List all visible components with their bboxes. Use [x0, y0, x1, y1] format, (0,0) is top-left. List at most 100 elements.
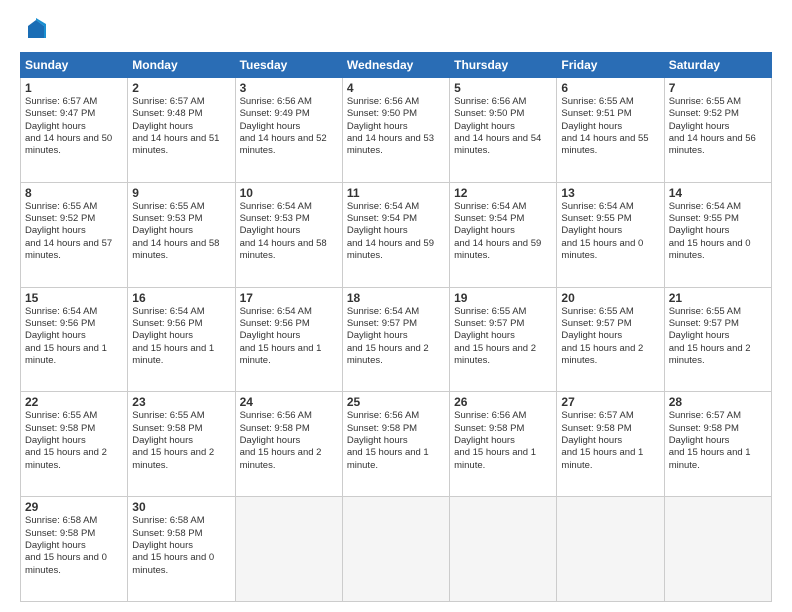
daylight-label: Daylight hours	[240, 225, 338, 237]
sunrise-text: Sunrise: 6:55 AM	[454, 306, 552, 318]
day-cell-12: 12Sunrise: 6:54 AMSunset: 9:54 PMDayligh…	[450, 182, 557, 287]
sunrise-text: Sunrise: 6:55 AM	[132, 410, 230, 422]
day-cell-22: 22Sunrise: 6:55 AMSunset: 9:58 PMDayligh…	[21, 392, 128, 497]
day-number: 13	[561, 186, 659, 200]
daylight-label: Daylight hours	[561, 121, 659, 133]
daylight-value: and 14 hours and 53 minutes.	[347, 133, 445, 158]
day-number: 25	[347, 395, 445, 409]
daylight-value: and 14 hours and 50 minutes.	[25, 133, 123, 158]
col-header-sunday: Sunday	[21, 53, 128, 78]
daylight-label: Daylight hours	[25, 225, 123, 237]
sunset-text: Sunset: 9:57 PM	[454, 318, 552, 330]
sunrise-text: Sunrise: 6:57 AM	[561, 410, 659, 422]
day-cell-21: 21Sunrise: 6:55 AMSunset: 9:57 PMDayligh…	[664, 287, 771, 392]
day-cell-29: 29Sunrise: 6:58 AMSunset: 9:58 PMDayligh…	[21, 497, 128, 602]
header	[20, 18, 772, 42]
week-row-2: 8Sunrise: 6:55 AMSunset: 9:52 PMDaylight…	[21, 182, 772, 287]
day-cell-16: 16Sunrise: 6:54 AMSunset: 9:56 PMDayligh…	[128, 287, 235, 392]
sunset-text: Sunset: 9:55 PM	[561, 213, 659, 225]
daylight-value: and 15 hours and 2 minutes.	[132, 447, 230, 472]
day-cell-8: 8Sunrise: 6:55 AMSunset: 9:52 PMDaylight…	[21, 182, 128, 287]
sunset-text: Sunset: 9:58 PM	[347, 423, 445, 435]
sunrise-text: Sunrise: 6:54 AM	[454, 201, 552, 213]
sunset-text: Sunset: 9:57 PM	[561, 318, 659, 330]
daylight-value: and 15 hours and 2 minutes.	[25, 447, 123, 472]
daylight-value: and 14 hours and 57 minutes.	[25, 238, 123, 263]
day-number: 9	[132, 186, 230, 200]
sunset-text: Sunset: 9:57 PM	[669, 318, 767, 330]
day-cell-11: 11Sunrise: 6:54 AMSunset: 9:54 PMDayligh…	[342, 182, 449, 287]
sunset-text: Sunset: 9:58 PM	[132, 528, 230, 540]
sunrise-text: Sunrise: 6:56 AM	[347, 96, 445, 108]
daylight-value: and 14 hours and 58 minutes.	[132, 238, 230, 263]
daylight-label: Daylight hours	[561, 435, 659, 447]
day-cell-6: 6Sunrise: 6:55 AMSunset: 9:51 PMDaylight…	[557, 78, 664, 183]
col-header-saturday: Saturday	[664, 53, 771, 78]
daylight-label: Daylight hours	[25, 540, 123, 552]
daylight-label: Daylight hours	[561, 330, 659, 342]
sunrise-text: Sunrise: 6:57 AM	[25, 96, 123, 108]
day-number: 5	[454, 81, 552, 95]
sunset-text: Sunset: 9:52 PM	[25, 213, 123, 225]
daylight-value: and 14 hours and 59 minutes.	[454, 238, 552, 263]
daylight-label: Daylight hours	[347, 225, 445, 237]
daylight-label: Daylight hours	[669, 435, 767, 447]
daylight-value: and 15 hours and 2 minutes.	[454, 343, 552, 368]
day-number: 28	[669, 395, 767, 409]
daylight-label: Daylight hours	[240, 121, 338, 133]
day-number: 23	[132, 395, 230, 409]
sunset-text: Sunset: 9:58 PM	[561, 423, 659, 435]
daylight-label: Daylight hours	[347, 435, 445, 447]
sunrise-text: Sunrise: 6:58 AM	[132, 515, 230, 527]
sunset-text: Sunset: 9:51 PM	[561, 108, 659, 120]
day-number: 1	[25, 81, 123, 95]
day-number: 17	[240, 291, 338, 305]
sunrise-text: Sunrise: 6:54 AM	[347, 306, 445, 318]
day-number: 15	[25, 291, 123, 305]
day-cell-28: 28Sunrise: 6:57 AMSunset: 9:58 PMDayligh…	[664, 392, 771, 497]
col-header-thursday: Thursday	[450, 53, 557, 78]
day-cell-26: 26Sunrise: 6:56 AMSunset: 9:58 PMDayligh…	[450, 392, 557, 497]
daylight-label: Daylight hours	[132, 435, 230, 447]
daylight-label: Daylight hours	[669, 121, 767, 133]
daylight-value: and 14 hours and 52 minutes.	[240, 133, 338, 158]
day-number: 2	[132, 81, 230, 95]
day-number: 27	[561, 395, 659, 409]
daylight-label: Daylight hours	[240, 435, 338, 447]
logo-icon	[24, 18, 48, 42]
daylight-value: and 15 hours and 0 minutes.	[561, 238, 659, 263]
daylight-value: and 15 hours and 0 minutes.	[669, 238, 767, 263]
empty-cell	[342, 497, 449, 602]
day-number: 24	[240, 395, 338, 409]
sunset-text: Sunset: 9:58 PM	[25, 423, 123, 435]
day-cell-13: 13Sunrise: 6:54 AMSunset: 9:55 PMDayligh…	[557, 182, 664, 287]
daylight-label: Daylight hours	[132, 540, 230, 552]
daylight-label: Daylight hours	[132, 121, 230, 133]
day-number: 16	[132, 291, 230, 305]
week-row-4: 22Sunrise: 6:55 AMSunset: 9:58 PMDayligh…	[21, 392, 772, 497]
daylight-value: and 14 hours and 54 minutes.	[454, 133, 552, 158]
day-number: 22	[25, 395, 123, 409]
daylight-value: and 15 hours and 2 minutes.	[347, 343, 445, 368]
sunset-text: Sunset: 9:50 PM	[347, 108, 445, 120]
day-cell-5: 5Sunrise: 6:56 AMSunset: 9:50 PMDaylight…	[450, 78, 557, 183]
daylight-value: and 15 hours and 2 minutes.	[669, 343, 767, 368]
sunrise-text: Sunrise: 6:55 AM	[25, 410, 123, 422]
sunset-text: Sunset: 9:58 PM	[669, 423, 767, 435]
sunrise-text: Sunrise: 6:54 AM	[669, 201, 767, 213]
sunrise-text: Sunrise: 6:54 AM	[347, 201, 445, 213]
day-cell-4: 4Sunrise: 6:56 AMSunset: 9:50 PMDaylight…	[342, 78, 449, 183]
sunrise-text: Sunrise: 6:54 AM	[240, 306, 338, 318]
day-cell-20: 20Sunrise: 6:55 AMSunset: 9:57 PMDayligh…	[557, 287, 664, 392]
day-cell-27: 27Sunrise: 6:57 AMSunset: 9:58 PMDayligh…	[557, 392, 664, 497]
sunrise-text: Sunrise: 6:56 AM	[454, 96, 552, 108]
day-number: 18	[347, 291, 445, 305]
day-cell-17: 17Sunrise: 6:54 AMSunset: 9:56 PMDayligh…	[235, 287, 342, 392]
daylight-label: Daylight hours	[669, 225, 767, 237]
sunrise-text: Sunrise: 6:57 AM	[669, 410, 767, 422]
sunset-text: Sunset: 9:56 PM	[240, 318, 338, 330]
sunset-text: Sunset: 9:48 PM	[132, 108, 230, 120]
daylight-value: and 15 hours and 0 minutes.	[25, 552, 123, 577]
day-number: 20	[561, 291, 659, 305]
day-cell-19: 19Sunrise: 6:55 AMSunset: 9:57 PMDayligh…	[450, 287, 557, 392]
